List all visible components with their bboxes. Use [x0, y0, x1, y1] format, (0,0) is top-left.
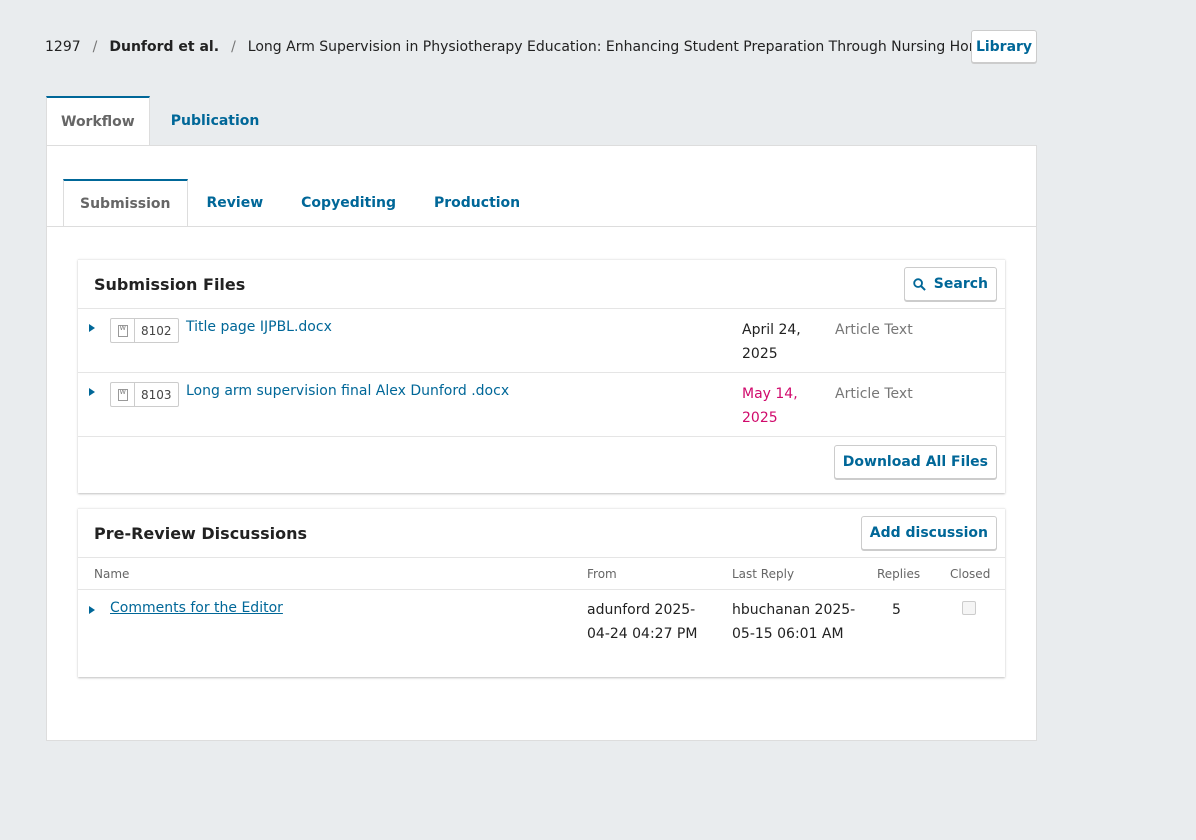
file-row: 8102 Title page IJPBL.docx April 24, 202… [78, 309, 1005, 373]
tab-review[interactable]: Review [188, 179, 283, 227]
file-type: Article Text [835, 386, 913, 402]
breadcrumb: 1297 / Dunford et al. / Long Arm Supervi… [45, 30, 976, 63]
expand-caret-icon[interactable] [89, 606, 95, 614]
files-footer: Download All Files [78, 437, 1005, 493]
word-document-icon [111, 319, 135, 342]
file-date: May 14, 2025 [742, 386, 798, 426]
search-button[interactable]: Search [903, 267, 997, 301]
discussion-last-reply: hbuchanan 2025-05-15 06:01 AM [732, 602, 856, 642]
workflow-panel: Submission Review Copyediting Production… [46, 145, 1037, 741]
tab-submission[interactable]: Submission [63, 179, 188, 227]
breadcrumb-separator: / [92, 38, 98, 55]
discussions-column-headers: Name From Last Reply Replies Closed [78, 558, 1005, 590]
tab-divider [47, 226, 1036, 227]
main-tabs: Workflow Publication [46, 96, 280, 146]
add-discussion-button[interactable]: Add discussion [860, 516, 997, 550]
submission-id: 1297 [45, 38, 81, 55]
submission-authors: Dunford et al. [109, 38, 220, 55]
column-name: Name [94, 567, 130, 581]
submission-files-title: Submission Files [94, 274, 246, 294]
discussion-from: adunford 2025-04-24 04:27 PM [587, 602, 698, 642]
file-date: April 24, 2025 [742, 322, 801, 362]
stage-tabs: Submission Review Copyediting Production [63, 179, 539, 227]
submission-title: Long Arm Supervision in Physiotherapy Ed… [247, 38, 976, 55]
column-replies: Replies [877, 567, 921, 581]
tab-workflow[interactable]: Workflow [46, 96, 150, 146]
closed-checkbox[interactable] [962, 601, 976, 615]
file-id: 8103 [141, 387, 172, 402]
file-id: 8102 [141, 323, 172, 338]
discussions-header: Pre-Review Discussions Add discussion [78, 509, 1005, 558]
file-name-link[interactable]: Long arm supervision final Alex Dunford … [186, 383, 509, 399]
column-last-reply: Last Reply [732, 567, 795, 581]
file-badge: 8102 [110, 318, 179, 343]
search-icon [913, 277, 926, 291]
file-badge: 8103 [110, 382, 179, 407]
file-name-link[interactable]: Title page IJPBL.docx [186, 319, 332, 335]
tab-publication[interactable]: Publication [150, 96, 281, 146]
discussion-link[interactable]: Comments for the Editor [110, 600, 283, 616]
search-button-label: Search [933, 276, 988, 292]
submission-files-header: Submission Files Search [78, 260, 1005, 309]
tab-copyediting[interactable]: Copyediting [282, 179, 415, 227]
column-closed: Closed [950, 567, 991, 581]
library-button[interactable]: Library [971, 30, 1037, 63]
expand-caret-icon[interactable] [89, 388, 95, 396]
tab-production[interactable]: Production [415, 179, 539, 227]
discussion-replies: 5 [892, 602, 901, 618]
pre-review-discussions-card: Pre-Review Discussions Add discussion Na… [78, 508, 1005, 677]
column-from: From [587, 567, 617, 581]
breadcrumb-separator: / [231, 38, 236, 55]
discussions-title: Pre-Review Discussions [94, 523, 307, 543]
download-all-files-button[interactable]: Download All Files [833, 445, 997, 479]
file-type: Article Text [835, 322, 913, 338]
word-document-icon [111, 383, 135, 406]
discussion-row: Comments for the Editor adunford 2025-04… [78, 590, 1005, 677]
file-row: 8103 Long arm supervision final Alex Dun… [78, 373, 1005, 437]
submission-files-card: Submission Files Search 8102 Title page … [78, 259, 1005, 493]
expand-caret-icon[interactable] [89, 324, 95, 332]
